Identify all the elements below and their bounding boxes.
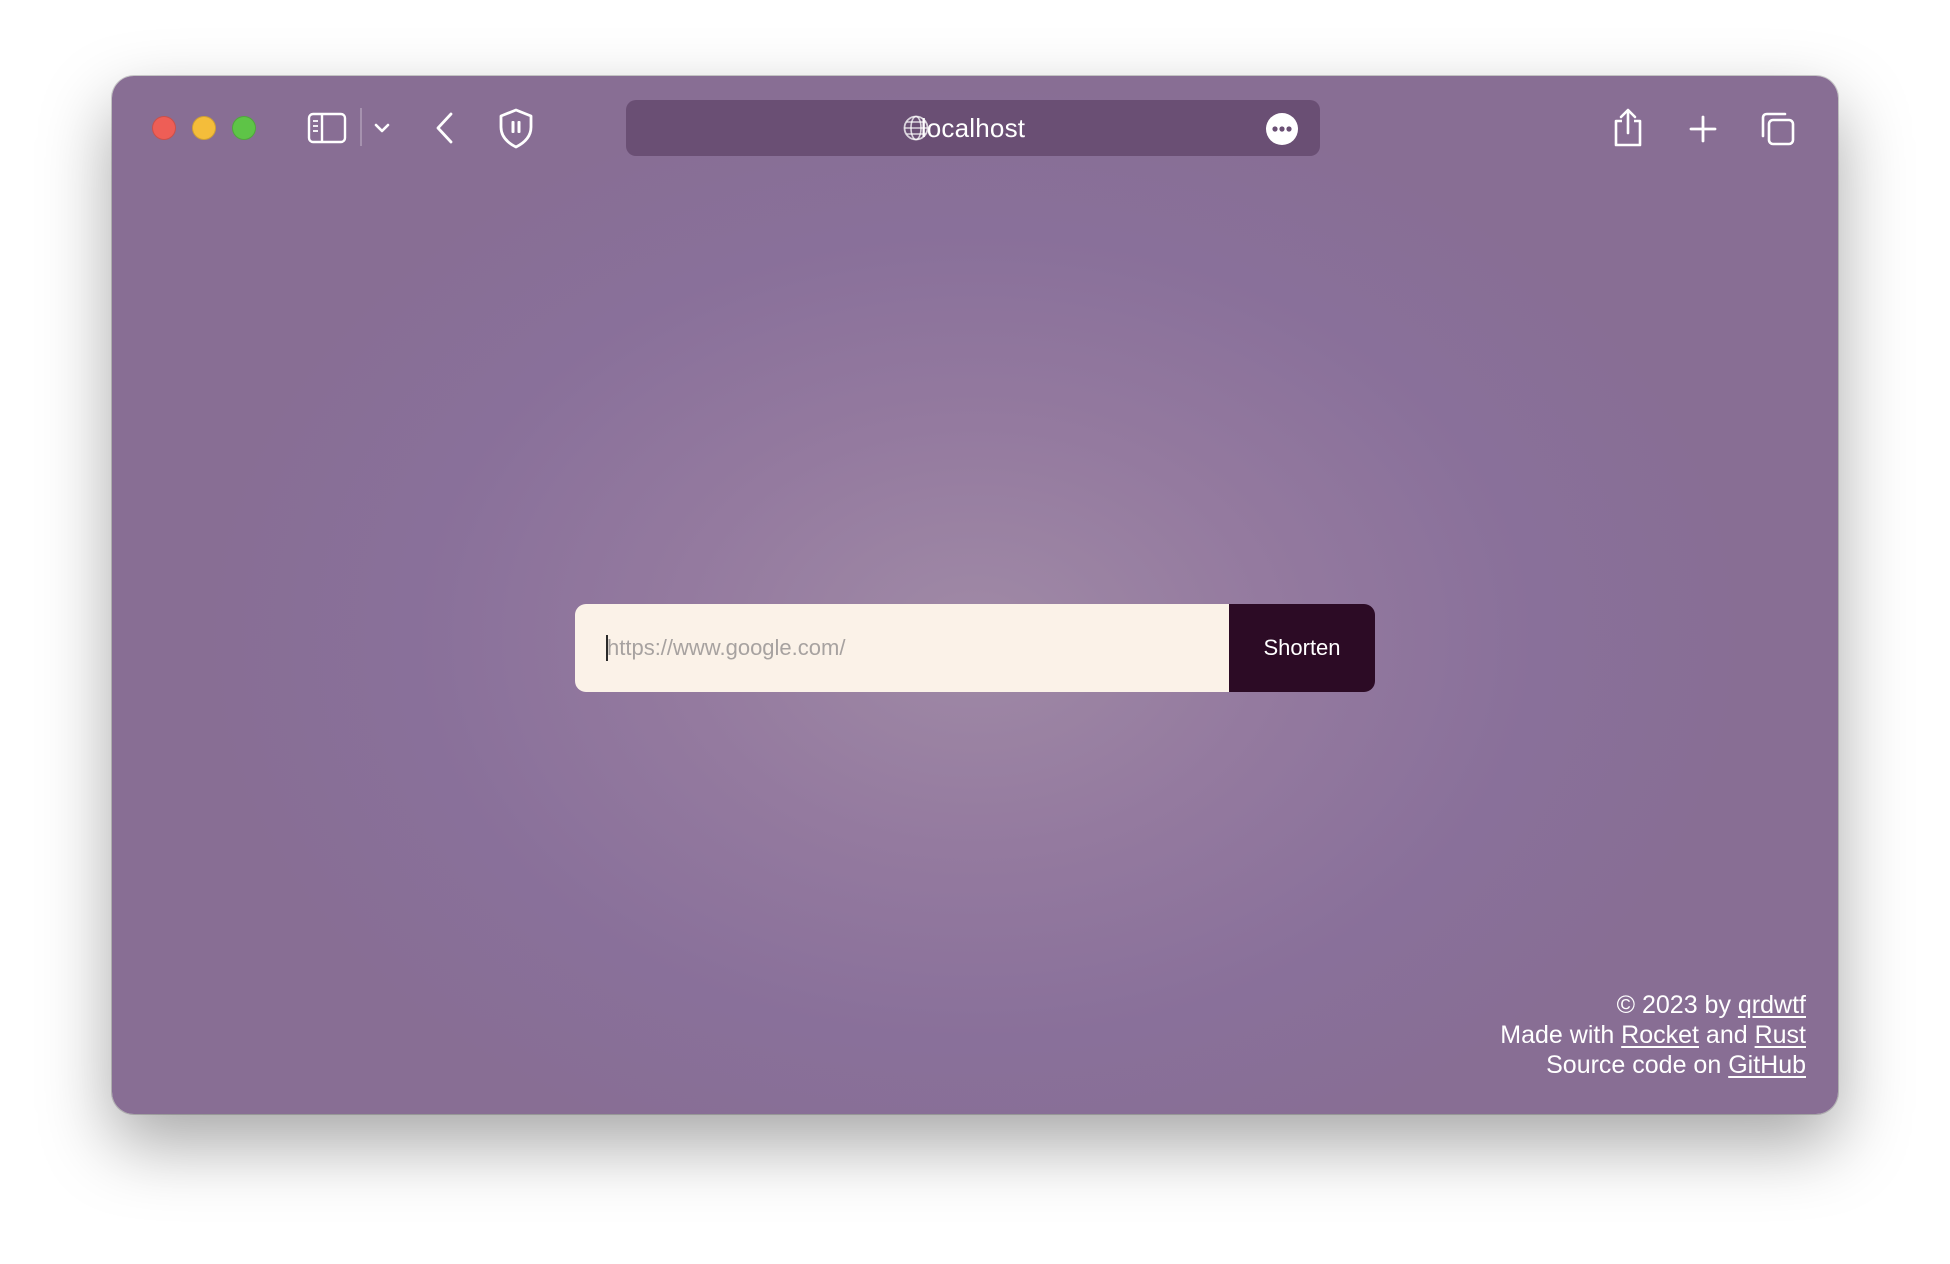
page-footer: © 2023 by qrdwtf Made with Rocket and Ru… — [1500, 990, 1806, 1080]
zoom-window-button[interactable] — [232, 116, 256, 140]
rocket-link[interactable]: Rocket — [1621, 1021, 1699, 1049]
text-caret — [606, 635, 608, 661]
share-icon[interactable] — [1610, 106, 1646, 150]
github-link[interactable]: GitHub — [1728, 1051, 1806, 1079]
minimize-window-button[interactable] — [192, 116, 216, 140]
close-window-button[interactable] — [152, 116, 176, 140]
shorten-form: Shorten — [575, 604, 1375, 692]
footer-source-text: Source code on — [1546, 1051, 1729, 1079]
shorten-button[interactable]: Shorten — [1229, 604, 1375, 692]
shield-icon[interactable] — [496, 106, 536, 150]
browser-window: localhost https://www.google.com/ Shorte… — [112, 76, 1838, 1114]
sidebar-icon[interactable] — [306, 111, 348, 145]
plus-icon[interactable] — [1686, 112, 1720, 146]
url-input[interactable] — [575, 604, 1229, 692]
address-text[interactable]: localhost — [626, 100, 1320, 156]
chevron-left-icon[interactable] — [430, 110, 460, 146]
toolbar-divider — [360, 108, 362, 146]
footer-copyright-text: © 2023 by — [1616, 991, 1738, 1019]
address-bar[interactable]: localhost — [626, 100, 1320, 156]
ellipsis-icon[interactable] — [1266, 113, 1298, 145]
footer-and-text: and — [1698, 1021, 1755, 1049]
footer-copyright-line: © 2023 by qrdwtf — [1500, 990, 1806, 1020]
footer-made-with-line: Made with Rocket and Rust — [1500, 1020, 1806, 1050]
browser-toolbar: localhost — [112, 76, 1838, 180]
rust-link[interactable]: Rust — [1755, 1021, 1806, 1049]
author-link[interactable]: qrdwtf — [1738, 991, 1806, 1019]
chevron-down-icon[interactable] — [370, 116, 394, 140]
tabs-overview-icon[interactable] — [1758, 109, 1798, 149]
footer-source-line: Source code on GitHub — [1500, 1050, 1806, 1080]
footer-made-with-text: Made with — [1500, 1021, 1622, 1049]
